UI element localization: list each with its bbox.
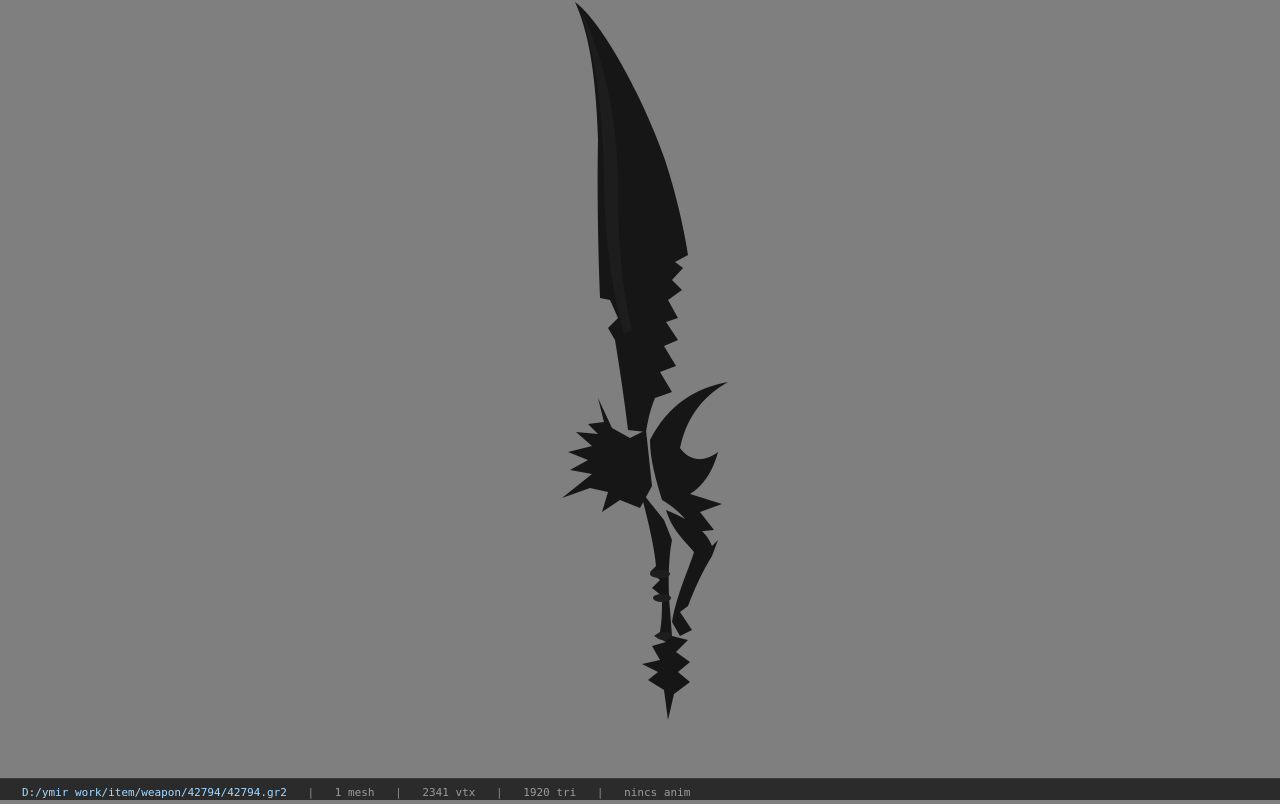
file-path: D:/ymir work/item/weapon/42794/42794.gr2 (22, 786, 287, 799)
3d-viewport[interactable] (0, 0, 1280, 778)
sword-handle-ring (653, 594, 671, 602)
separator: | (596, 786, 604, 799)
separator: | (307, 786, 315, 799)
status-bar: D:/ymir work/item/weapon/42794/42794.gr2… (0, 778, 1280, 800)
triangle-count: 1920 tri (523, 786, 577, 799)
sword-handle-ring (650, 570, 670, 578)
sword-blade (575, 2, 688, 432)
separator: | (496, 786, 503, 799)
separator: | (395, 786, 402, 799)
sword-guard-right (650, 382, 728, 532)
sword-model[interactable] (0, 0, 1280, 778)
vertex-count: 2341 vtx (422, 786, 476, 799)
mesh-count: 1 mesh (334, 786, 375, 799)
animation-status: nincs anim (624, 786, 691, 799)
sword-handle-ring (656, 632, 672, 640)
